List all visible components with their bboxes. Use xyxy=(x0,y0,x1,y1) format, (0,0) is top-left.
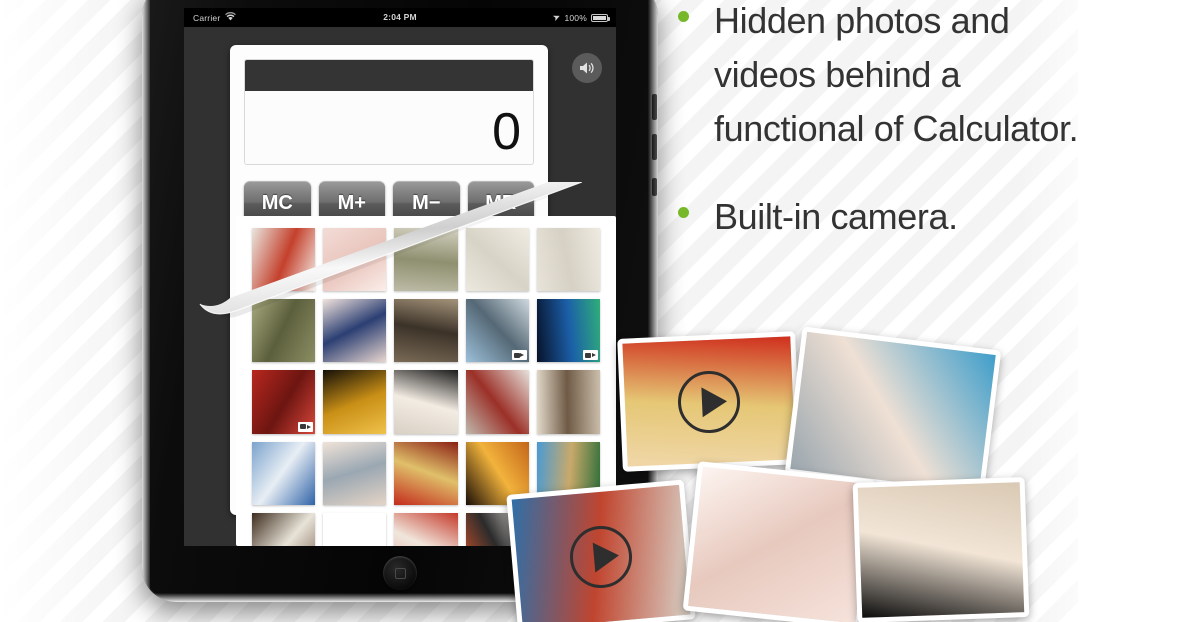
photo-thumbnail[interactable] xyxy=(465,228,529,292)
background-fade-left xyxy=(0,0,130,622)
photo-thumbnail[interactable] xyxy=(252,441,316,505)
thumbnail-image xyxy=(394,441,458,505)
thumbnail-image xyxy=(252,299,316,363)
polaroid-waist-measure[interactable] xyxy=(682,461,876,622)
thumbnail-image xyxy=(465,228,529,292)
promo-slide: Carrier 2:04 PM ➤ 100% 0 MC M+ M− MR Hid… xyxy=(0,0,1183,622)
polaroid-legs-mat[interactable] xyxy=(784,326,1002,498)
home-button-square-icon xyxy=(394,567,406,579)
photo-thumbnail[interactable] xyxy=(465,370,529,434)
polaroid-photo xyxy=(790,331,996,493)
photo-thumbnail[interactable] xyxy=(394,228,458,292)
thumbnail-image xyxy=(394,512,458,546)
photo-thumbnail[interactable] xyxy=(252,512,316,546)
photo-thumbnail[interactable] xyxy=(252,228,316,292)
device-screen: Carrier 2:04 PM ➤ 100% 0 MC M+ M− MR xyxy=(184,8,616,546)
photo-thumbnail[interactable] xyxy=(394,512,458,546)
calculator-display-header xyxy=(245,60,533,91)
video-camera-icon xyxy=(298,421,314,432)
status-bar: Carrier 2:04 PM ➤ 100% xyxy=(184,8,616,27)
bullet-text-built-in-camera: Built-in camera. xyxy=(714,196,958,237)
thumbnail-image xyxy=(323,370,387,434)
thumbnail-image xyxy=(252,441,316,505)
bullet-text-hidden-media: Hidden photos and videos behind a functi… xyxy=(714,0,1079,149)
bullet-item-hidden-media: Hidden photos and videos behind a functi… xyxy=(672,0,1092,156)
photo-thumbnail[interactable] xyxy=(252,299,316,363)
photo-thumbnail[interactable] xyxy=(394,370,458,434)
battery-percent-label: 100% xyxy=(564,12,587,23)
thumbnail-image xyxy=(252,512,316,546)
photo-thumbnail[interactable] xyxy=(536,228,600,292)
polaroid-receipt[interactable] xyxy=(852,477,1030,622)
mute-switch[interactable] xyxy=(652,178,657,196)
photo-thumbnail[interactable] xyxy=(536,299,600,363)
thumbnail-image xyxy=(323,513,386,546)
polaroid-photo xyxy=(857,482,1025,618)
feature-bullet-list: Hidden photos and videos behind a functi… xyxy=(672,0,1092,250)
photo-thumbnail[interactable] xyxy=(394,441,458,505)
photo-thumbnail[interactable] xyxy=(252,370,316,434)
thumbnail-image xyxy=(465,370,529,434)
speaker-icon[interactable] xyxy=(572,53,602,83)
device-edge-highlight-left xyxy=(142,0,150,602)
photo-thumbnail[interactable] xyxy=(323,370,387,434)
photo-thumbnail[interactable] xyxy=(323,228,387,292)
calculator-display: 0 xyxy=(244,59,534,165)
thumbnail-image xyxy=(536,370,600,434)
bullet-dot-icon xyxy=(678,207,689,218)
photo-thumbnail[interactable] xyxy=(323,299,387,363)
polaroid-sequin-video[interactable] xyxy=(617,331,801,472)
status-bar-right: ➤ 100% xyxy=(550,10,610,24)
volume-up-button[interactable] xyxy=(652,94,657,120)
photo-thumbnail[interactable] xyxy=(536,370,600,434)
photo-thumbnail[interactable] xyxy=(323,441,387,505)
photo-thumbnail[interactable] xyxy=(394,299,458,363)
polaroid-photo xyxy=(688,466,870,622)
thumbnail-image xyxy=(394,299,458,363)
video-camera-icon xyxy=(583,350,598,361)
location-arrow-icon: ➤ xyxy=(550,10,562,24)
video-camera-icon xyxy=(511,350,527,361)
photo-thumbnail[interactable] xyxy=(465,299,529,363)
bullet-dot-icon xyxy=(678,11,689,22)
thumbnail-image xyxy=(536,228,600,292)
thumbnail-image xyxy=(323,299,387,363)
thumbnail-image xyxy=(252,228,316,292)
calculator-display-value: 0 xyxy=(492,103,521,161)
thumbnail-image xyxy=(394,370,458,434)
home-button[interactable] xyxy=(383,556,417,590)
thumbnail-image xyxy=(323,228,387,292)
photo-thumbnail[interactable] xyxy=(323,513,386,546)
thumbnail-image xyxy=(323,441,387,505)
thumbnail-image xyxy=(394,228,458,292)
bullet-item-built-in-camera: Built-in camera. xyxy=(672,190,1092,244)
polaroid-hat-woman[interactable] xyxy=(506,479,696,622)
volume-down-button[interactable] xyxy=(652,134,657,160)
battery-full-icon xyxy=(591,13,610,22)
